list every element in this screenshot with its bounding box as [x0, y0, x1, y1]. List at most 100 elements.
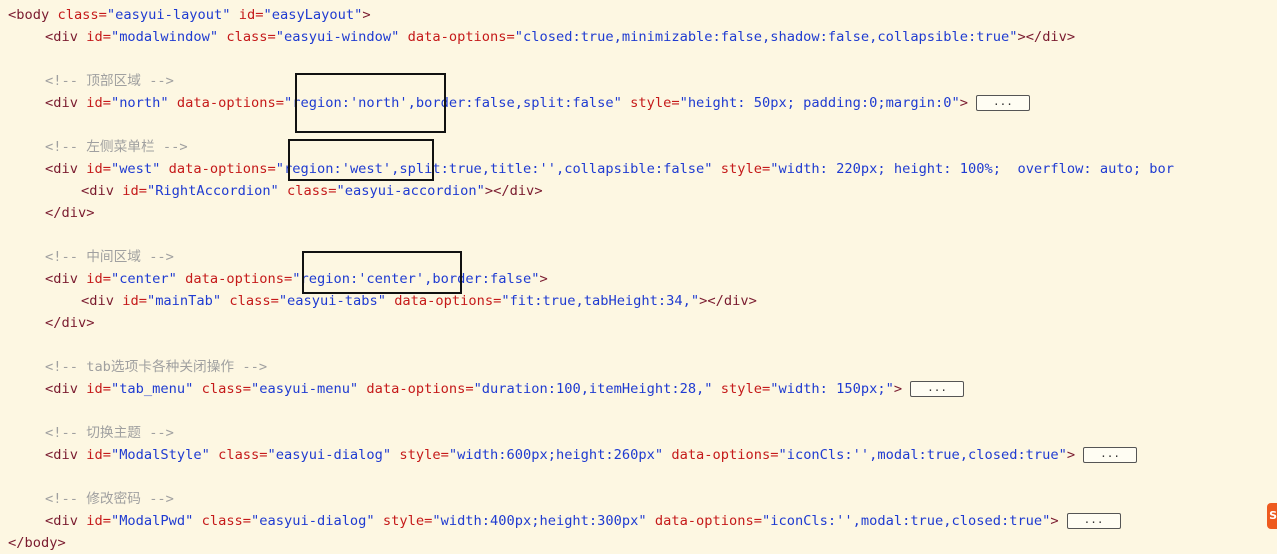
- token-value: "closed:true,minimizable:false,shadow:fa…: [514, 29, 1018, 45]
- highlight-box-center: [302, 251, 462, 294]
- fold-collapse-button[interactable]: ...: [1083, 447, 1138, 463]
- token-attr: data-options=: [176, 271, 293, 287]
- token-attr: id=: [77, 513, 111, 529]
- code-comment-tab-menu: <!-- tab选项卡各种关闭操作 -->: [45, 359, 268, 375]
- token-value: "easyui-dialog": [251, 513, 375, 529]
- code-line-north: <div id="north" data-options="region:'no…: [45, 92, 1030, 114]
- code-line-modal-style: <div id="ModalStyle" class="easyui-dialo…: [45, 444, 1138, 466]
- token-tag: div: [53, 513, 78, 529]
- token-tag: div: [1042, 29, 1067, 45]
- token-punct: <: [45, 271, 54, 287]
- token-attr: id=: [113, 293, 147, 309]
- token-punct: >: [362, 7, 371, 23]
- code-line-div-close: </div>: [45, 202, 94, 224]
- token-tag: div: [61, 205, 87, 221]
- token-attr: class=: [218, 29, 276, 45]
- token-attr: class=: [221, 293, 279, 309]
- token-value: "width:400px;height:300px": [432, 513, 647, 529]
- token-attr: id=: [77, 271, 111, 287]
- code-comment-theme: <!-- 切换主题 -->: [45, 425, 174, 441]
- highlight-box-north: [295, 73, 446, 133]
- token-tag: div: [53, 95, 78, 111]
- token-tag: body: [16, 7, 50, 23]
- token-punct: <: [45, 381, 54, 397]
- code-comment-west: <!-- 左侧菜单栏 -->: [45, 139, 188, 155]
- token-tag: div: [89, 183, 114, 199]
- token-tag: div: [53, 447, 78, 463]
- token-punct: >: [86, 205, 95, 221]
- token-tag: div: [53, 381, 78, 397]
- token-punct: >: [1050, 513, 1059, 529]
- token-tag: div: [53, 29, 78, 45]
- token-value: "tab_menu": [110, 381, 194, 397]
- code-line-west: <div id="west" data-options="region:'wes…: [45, 158, 1174, 180]
- token-value: "easyui-tabs": [278, 293, 386, 309]
- token-punct: </: [45, 205, 62, 221]
- token-value: "iconCls:'',modal:true,closed:true": [778, 447, 1067, 463]
- token-value: "ModalStyle": [110, 447, 210, 463]
- code-editor[interactable]: <body class="easyui-layout" id="easyLayo…: [0, 0, 1277, 554]
- token-tag: div: [509, 183, 535, 199]
- token-punct: >: [893, 381, 903, 397]
- token-attr: id=: [77, 29, 111, 45]
- token-value: "width: 220px; height: 100%; overflow: a…: [770, 161, 1175, 177]
- token-value: "width: 150px;": [770, 381, 894, 397]
- fold-collapse-button[interactable]: ...: [910, 381, 964, 397]
- fold-collapse-button[interactable]: ...: [976, 95, 1030, 111]
- token-punct: >: [86, 315, 95, 331]
- token-attr: class=: [49, 7, 107, 23]
- token-attr: id=: [230, 7, 264, 23]
- code-line-body-open: <body class="easyui-layout" id="easyLayo…: [8, 4, 371, 26]
- token-value: "easyui-menu": [251, 381, 359, 397]
- token-attr: style=: [712, 161, 771, 177]
- token-punct: <: [8, 7, 17, 23]
- fold-collapse-button[interactable]: ...: [1066, 513, 1121, 529]
- token-tag: div: [53, 161, 78, 177]
- token-value: "modalwindow": [110, 29, 219, 45]
- token-value: "ModalPwd": [110, 513, 194, 529]
- token-punct: <: [81, 293, 90, 309]
- token-punct: >: [748, 293, 757, 309]
- token-punct: >: [57, 535, 66, 551]
- token-punct: <: [45, 161, 54, 177]
- token-attr: class=: [193, 513, 252, 529]
- code-line-accordion: <div id="RightAccordion" class="easyui-a…: [81, 180, 543, 202]
- token-attr: data-options=: [168, 95, 285, 111]
- token-attr: data-options=: [358, 381, 474, 397]
- token-value: "width:600px;height:260px": [448, 447, 664, 463]
- token-punct: ></: [484, 183, 510, 199]
- token-attr: id=: [77, 447, 111, 463]
- token-value: "easyui-window": [275, 29, 400, 45]
- token-attr: data-options=: [646, 513, 762, 529]
- code-comment-password: <!-- 修改密码 -->: [45, 491, 174, 507]
- token-punct: ></: [1017, 29, 1043, 45]
- token-attr: style=: [621, 95, 680, 111]
- token-attr: class=: [278, 183, 337, 199]
- code-comment-north: <!-- 顶部区域 -->: [45, 73, 174, 89]
- corner-badge-icon[interactable]: S: [1267, 503, 1277, 529]
- code-line-tab-menu: <div id="tab_menu" class="easyui-menu" d…: [45, 378, 964, 400]
- token-attr: id=: [113, 183, 147, 199]
- token-tag: div: [53, 271, 78, 287]
- token-attr: style=: [391, 447, 449, 463]
- token-value: "west": [110, 161, 161, 177]
- token-attr: id=: [77, 381, 111, 397]
- token-attr: data-options=: [385, 293, 502, 309]
- token-value: "easyui-layout": [106, 7, 231, 23]
- code-line-div-close: </div>: [45, 312, 94, 334]
- code-line-modalwindow: <div id="modalwindow" class="easyui-wind…: [45, 26, 1075, 48]
- token-punct: ></: [699, 293, 724, 309]
- token-value: "easyui-accordion": [336, 183, 485, 199]
- token-punct: </: [45, 315, 62, 331]
- token-punct: <: [45, 29, 54, 45]
- token-punct: >: [1066, 29, 1076, 45]
- code-line-body-close: </body>: [8, 532, 66, 554]
- token-punct: >: [959, 95, 969, 111]
- token-value: "center": [110, 271, 177, 287]
- token-tag: body: [24, 535, 58, 551]
- code-line-modal-pwd: <div id="ModalPwd" class="easyui-dialog"…: [45, 510, 1121, 532]
- token-tag: div: [723, 293, 749, 309]
- code-line-center: <div id="center" data-options="region:'c…: [45, 268, 548, 290]
- token-attr: id=: [77, 95, 111, 111]
- token-value: "mainTab": [146, 293, 222, 309]
